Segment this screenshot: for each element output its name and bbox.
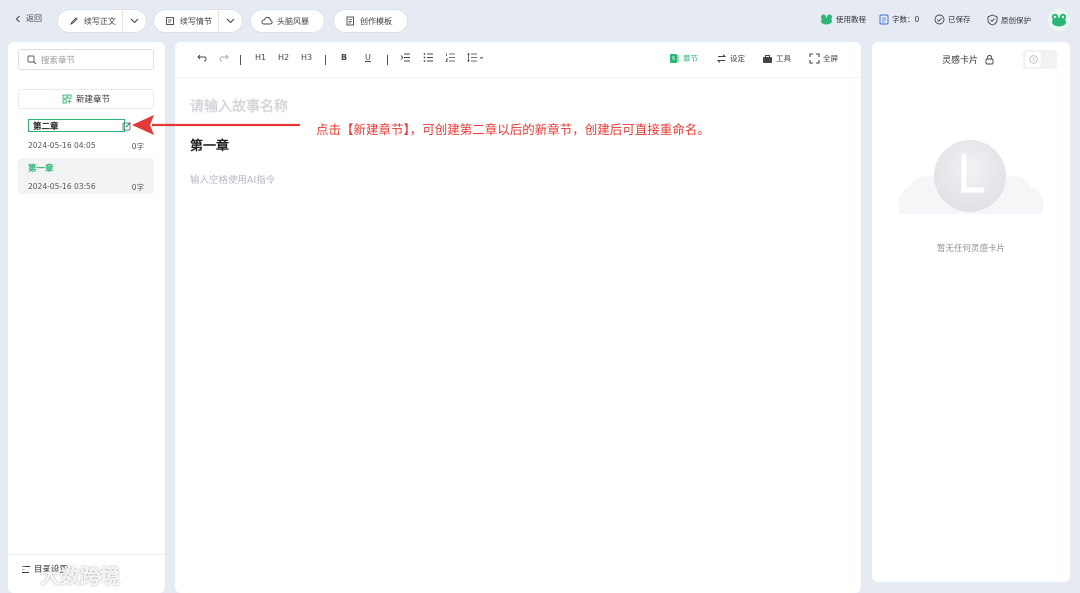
fullscreen-button[interactable]: 全屏 [809, 53, 838, 64]
chevron-down-icon[interactable] [218, 10, 242, 32]
empty-state-text: 暂无任何灵感卡片 [936, 244, 1005, 254]
chapter-item[interactable]: 第一章 2024-05-16 03:56 0字 [18, 158, 154, 194]
frog-icon [821, 14, 832, 25]
fullscreen-icon [809, 53, 820, 64]
search-placeholder: 搜索章节 [41, 55, 76, 66]
settings-tab-label: 设定 [730, 54, 745, 63]
chapter-word-count: 0字 [131, 183, 144, 192]
redo-icon[interactable] [219, 53, 229, 62]
chapter-tab-label: 章节 [683, 54, 698, 63]
new-chapter-label: 新建章节 [75, 95, 110, 105]
toolbar-divider [387, 55, 388, 65]
chapter-name: 第二章 [33, 121, 59, 132]
bold-button[interactable]: B [341, 53, 347, 62]
continue-text-button[interactable]: 续写正文 [58, 10, 146, 32]
search-input[interactable]: 搜索章节 [18, 49, 154, 70]
back-label: 返回 [26, 14, 42, 23]
lock-icon[interactable] [984, 54, 995, 65]
protection-label: 原创保护 [1001, 15, 1031, 25]
protection-link[interactable]: 原创保护 [987, 14, 1031, 26]
template-button[interactable]: 创作模板 [334, 10, 407, 32]
tutorial-label: 使用教程 [836, 15, 866, 24]
annotation-arrow [132, 115, 300, 135]
clock-icon [1025, 52, 1041, 67]
undo-icon[interactable] [197, 53, 207, 62]
pen-icon [68, 15, 80, 27]
template-label: 创作模板 [360, 16, 392, 26]
brainstorm-label: 头脑风暴 [277, 16, 309, 26]
divider [8, 554, 165, 555]
plot-icon [164, 15, 176, 27]
saved-label: 已保存 [948, 15, 971, 24]
editor-body-placeholder[interactable]: 输入空格使用AI指令 [190, 172, 275, 186]
continue-plot-label: 续写情节 [180, 16, 212, 26]
toolbox-icon [763, 54, 772, 63]
watermark: 大数跨境 [8, 560, 120, 589]
document-icon [344, 15, 356, 27]
chapter-name: 第一章 [28, 164, 54, 174]
watermark-text: 大数跨境 [40, 564, 120, 588]
chapter-word-count: 0字 [131, 142, 144, 151]
swap-icon [716, 54, 727, 63]
fullscreen-label: 全屏 [823, 54, 838, 63]
search-icon [27, 55, 37, 64]
toolbar-divider [240, 55, 241, 65]
back-button[interactable]: 返回 [14, 13, 42, 24]
word-count-label: 字数：0 [892, 15, 920, 24]
chapter-name-input[interactable]: 第二章 [28, 119, 131, 132]
chapter-tab[interactable]: 章节 [669, 53, 698, 64]
h1-button[interactable]: H1 [255, 53, 266, 62]
inspiration-title: 灵感卡片 [942, 56, 979, 66]
annotation-text: 点击【新建章节】，可创建第二章以后的新章节，创建后可直接重命名。 [316, 122, 710, 137]
h2-button[interactable]: H2 [278, 53, 289, 62]
history-toggle[interactable] [1023, 50, 1057, 69]
chapter-date: 2024-05-16 04:05 [28, 141, 96, 150]
continue-text-label: 续写正文 [84, 16, 116, 26]
brainstorm-button[interactable]: 头脑风暴 [251, 10, 324, 32]
tools-tab-label: 工具 [776, 54, 791, 63]
watermark-logo-icon [10, 566, 34, 581]
toolbar-divider [325, 55, 326, 65]
chapter-date: 2024-05-16 03:56 [28, 182, 96, 191]
ordered-list-icon[interactable] [445, 53, 456, 62]
shield-icon [987, 14, 998, 26]
h3-button[interactable]: H3 [301, 53, 312, 62]
tools-tab[interactable]: 工具 [762, 53, 791, 64]
inspiration-header: 灵感卡片 [942, 53, 995, 66]
continue-plot-button[interactable]: 续写情节 [154, 10, 242, 32]
inspiration-panel: 灵感卡片 暂无任何灵感卡片 [872, 42, 1070, 582]
word-count: 字数：0 [879, 14, 919, 25]
line-spacing-icon[interactable] [467, 53, 486, 62]
tutorial-link[interactable]: 使用教程 [820, 14, 866, 25]
editor-toolbar: H1 H2 H3 B U 章节 设定 工具 全屏 [175, 42, 861, 78]
avatar[interactable] [1048, 9, 1070, 31]
saved-status: 已保存 [934, 14, 971, 25]
indent-icon[interactable] [400, 53, 411, 62]
add-chapter-icon [62, 94, 72, 104]
cloud-icon [261, 15, 273, 27]
doc-count-icon [879, 14, 889, 25]
empty-clock-illustration [898, 140, 1044, 214]
underline-button[interactable]: U [365, 53, 371, 62]
frog-avatar-icon [1051, 13, 1067, 27]
bullet-list-icon[interactable] [423, 53, 434, 62]
settings-tab[interactable]: 设定 [716, 53, 745, 64]
new-chapter-button[interactable]: 新建章节 [18, 89, 154, 109]
chevron-down-icon[interactable] [122, 10, 146, 32]
chevron-left-icon [15, 15, 20, 22]
check-circle-icon [934, 14, 945, 25]
chapter-icon [670, 54, 679, 63]
top-bar: 返回 续写正文 续写情节 头脑风暴 创作模板 使用教程 字数：0 已保存 原创保… [0, 0, 1080, 42]
